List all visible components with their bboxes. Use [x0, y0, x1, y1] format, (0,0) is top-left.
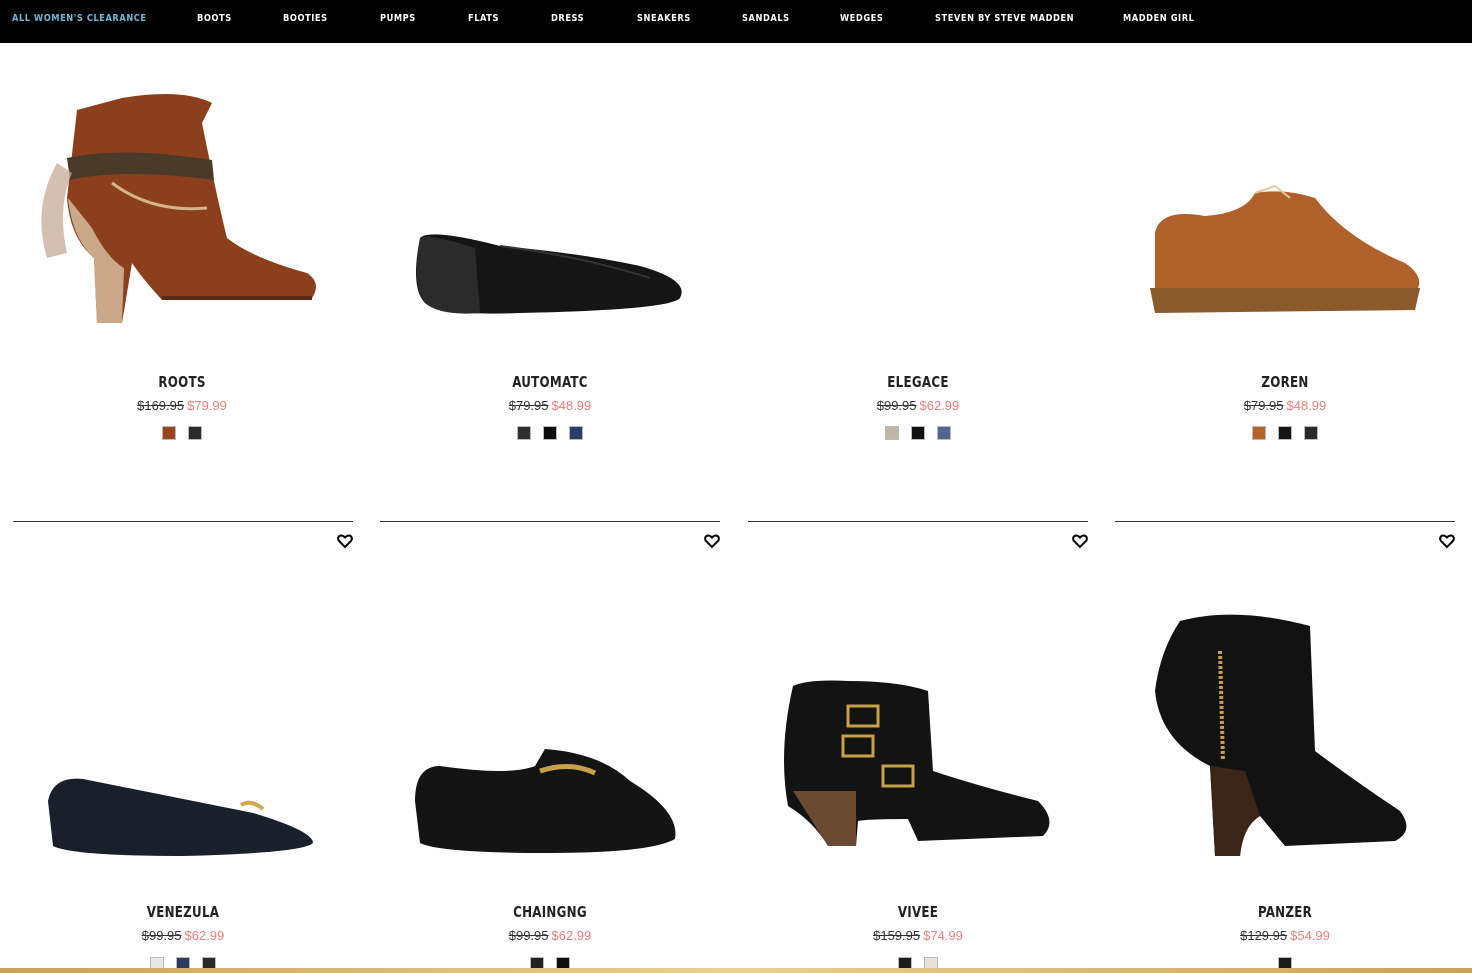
product-card-roots: ROOTS $169.95 $79.99: [12, 43, 352, 493]
card-divider: [380, 521, 720, 522]
color-swatch[interactable]: [1304, 426, 1318, 440]
color-swatch[interactable]: [543, 426, 557, 440]
heart-icon[interactable]: [337, 533, 353, 549]
nav-boots[interactable]: BOOTS: [197, 13, 232, 24]
nav-booties[interactable]: BOOTIES: [283, 13, 328, 24]
color-swatches: [1115, 426, 1455, 440]
original-price: $99.95: [876, 398, 917, 413]
product-price: $79.95 $48.99: [380, 398, 720, 413]
product-name[interactable]: PANZER: [1135, 903, 1434, 921]
original-price: $99.95: [141, 928, 182, 943]
nav-wedges[interactable]: WEDGES: [840, 13, 883, 24]
product-name[interactable]: ZOREN: [1135, 373, 1434, 391]
color-swatches: [748, 426, 1088, 440]
black-buckle-bootie-image[interactable]: [748, 581, 1088, 871]
nav-sandals[interactable]: SANDALS: [742, 13, 790, 24]
product-card-elegace: ELEGACE $99.95 $62.99: [748, 43, 1088, 493]
color-swatch[interactable]: [1278, 426, 1292, 440]
product-price: $99.95 $62.99: [380, 928, 720, 943]
original-price: $99.95: [508, 928, 549, 943]
color-swatch[interactable]: [517, 426, 531, 440]
brown-western-bootie-image[interactable]: [12, 88, 352, 338]
color-swatch[interactable]: [1252, 426, 1266, 440]
footer-accent-line: [0, 968, 1472, 973]
black-pointed-flat-image[interactable]: [380, 88, 720, 338]
color-swatch[interactable]: [188, 426, 202, 440]
nav-flats[interactable]: FLATS: [468, 13, 499, 24]
nav-madden-girl[interactable]: MADDEN GIRL: [1123, 13, 1194, 24]
nav-all-womens-clearance[interactable]: ALL WOMEN'S CLEARANCE: [12, 13, 147, 24]
black-chain-loafer-image[interactable]: [380, 581, 720, 871]
product-card-zoren: ZOREN $79.95 $48.99: [1115, 43, 1455, 493]
color-swatch[interactable]: [937, 426, 951, 440]
nav-sneakers[interactable]: SNEAKERS: [637, 13, 691, 24]
top-navigation: ALL WOMEN'S CLEARANCE BOOTS BOOTIES PUMP…: [0, 0, 1472, 43]
product-card-venezula: VENEZULA $99.95 $62.99: [13, 521, 353, 971]
product-name[interactable]: ELEGACE: [768, 373, 1067, 391]
original-price: $79.95: [1243, 398, 1284, 413]
sale-price: $74.99: [923, 928, 963, 943]
card-divider: [748, 521, 1088, 522]
product-name[interactable]: CHAINGNG: [400, 903, 699, 921]
card-divider: [1115, 521, 1455, 522]
original-price: $169.95: [137, 398, 185, 413]
sale-price: $62.99: [919, 398, 960, 413]
card-divider: [13, 521, 353, 522]
color-swatch[interactable]: [885, 426, 899, 440]
color-swatches: [380, 426, 720, 440]
nav-pumps[interactable]: PUMPS: [380, 13, 416, 24]
product-price: $99.95 $62.99: [748, 398, 1088, 413]
product-card-vivee: VIVEE $159.95 $74.99: [748, 521, 1088, 971]
original-price: $159.95: [873, 928, 921, 943]
color-swatch[interactable]: [911, 426, 925, 440]
product-card-chaingng: CHAINGNG $99.95 $62.99: [380, 521, 720, 971]
original-price: $79.95: [508, 398, 549, 413]
nav-dress[interactable]: DRESS: [551, 13, 584, 24]
sale-price: $62.99: [551, 928, 592, 943]
nav-steven-by-steve-madden[interactable]: STEVEN BY STEVE MADDEN: [935, 13, 1074, 24]
product-name[interactable]: ROOTS: [32, 373, 331, 391]
tan-oxford-image[interactable]: [1115, 88, 1455, 338]
color-swatch[interactable]: [569, 426, 583, 440]
sale-price: $48.99: [1286, 398, 1327, 413]
color-swatches: [12, 426, 352, 440]
color-swatch[interactable]: [162, 426, 176, 440]
original-price: $129.95: [1240, 928, 1288, 943]
sale-price: $79.99: [187, 398, 227, 413]
product-name[interactable]: VIVEE: [768, 903, 1067, 921]
product-card-panzer: PANZER $129.95 $54.99: [1115, 521, 1455, 971]
product-name[interactable]: VENEZULA: [33, 903, 332, 921]
sale-price: $54.99: [1290, 928, 1330, 943]
product-price: $169.95 $79.99: [12, 398, 352, 413]
sale-price: $62.99: [184, 928, 225, 943]
product-price: $99.95 $62.99: [13, 928, 353, 943]
sale-price: $48.99: [551, 398, 592, 413]
heart-icon[interactable]: [704, 533, 720, 549]
product-name[interactable]: AUTOMATC: [400, 373, 699, 391]
product-price: $79.95 $48.99: [1115, 398, 1455, 413]
product-card-automatc: AUTOMATC $79.95 $48.99: [380, 43, 720, 493]
product-image-placeholder[interactable]: [748, 88, 1088, 338]
heart-icon[interactable]: [1439, 533, 1455, 549]
heart-icon[interactable]: [1072, 533, 1088, 549]
product-price: $129.95 $54.99: [1115, 928, 1455, 943]
black-suede-cuff-boot-image[interactable]: [1115, 581, 1455, 871]
product-price: $159.95 $74.99: [748, 928, 1088, 943]
navy-chain-flat-image[interactable]: [13, 581, 353, 871]
